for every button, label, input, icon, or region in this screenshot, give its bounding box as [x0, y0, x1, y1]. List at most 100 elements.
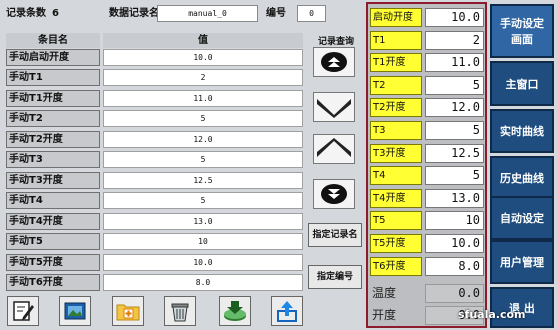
chevron-down-icon [317, 99, 351, 118]
temperature-label: 温度 [372, 286, 397, 300]
param-value-field[interactable]: 10 [425, 211, 484, 230]
previous-record-button[interactable] [313, 134, 355, 164]
param-label: T5开度 [370, 234, 422, 253]
param-label: T1 [370, 31, 422, 50]
param-label: T4 [370, 166, 422, 185]
nav-manual-settings-label: 手动设定画面 [500, 17, 544, 46]
param-value-field[interactable]: 12.5 [425, 144, 484, 163]
new-folder-icon [116, 304, 140, 321]
row-value: 13.0 [103, 213, 303, 230]
param-value-field[interactable]: 13.0 [425, 189, 484, 208]
edit-tool-button[interactable] [7, 296, 39, 326]
table-row[interactable]: 手动T5开度 10.0 [6, 254, 303, 271]
param-label: 启动开度 [370, 8, 422, 27]
row-label: 手动T4开度 [6, 213, 100, 230]
row-label: 手动T3 [6, 151, 100, 168]
edit-document-icon [13, 301, 34, 321]
param-value-field[interactable]: 11.0 [425, 53, 484, 72]
table-row[interactable]: 手动T2开度 12.0 [6, 131, 303, 148]
row-value: 10 [103, 233, 303, 250]
row-label: 手动T2 [6, 110, 100, 127]
picture-icon [64, 302, 86, 320]
table-row[interactable]: 手动T3 5 [6, 151, 303, 168]
table-row[interactable]: 手动T1 2 [6, 69, 303, 86]
table-row[interactable]: 手动T4 5 [6, 192, 303, 209]
table-row[interactable]: 手动T6开度 8.0 [6, 274, 303, 291]
row-value: 2 [103, 69, 303, 86]
row-value: 11.0 [103, 90, 303, 107]
table-row[interactable]: 手动T5 10 [6, 233, 303, 250]
param-label: T4开度 [370, 189, 422, 208]
column-header-name: 条目名 [6, 33, 100, 48]
assign-record-name-button[interactable]: 指定记录名 [308, 223, 362, 247]
assign-number-button[interactable]: 指定编号 [308, 265, 362, 289]
first-record-button[interactable] [313, 47, 355, 77]
nav-manual-settings-button[interactable]: 手动设定画面 [490, 4, 554, 58]
param-value-field[interactable]: 8.0 [425, 257, 484, 276]
record-name-field[interactable]: manual_0 [157, 5, 258, 22]
param-label: T2开度 [370, 98, 422, 117]
parameter-panel [366, 2, 487, 328]
chevron-up-icon [317, 138, 351, 157]
table-row[interactable]: 手动T1开度 11.0 [6, 90, 303, 107]
param-value-field[interactable]: 5 [425, 121, 484, 140]
param-value-field[interactable]: 5 [425, 166, 484, 185]
opening-label: 开度 [372, 308, 397, 322]
table-row[interactable]: 手动T3开度 12.5 [6, 172, 303, 189]
param-label: T6开度 [370, 257, 422, 276]
param-label: T3开度 [370, 144, 422, 163]
row-label: 手动启动开度 [6, 49, 100, 66]
row-value: 5 [103, 192, 303, 209]
record-query-title: 记录查询 [317, 37, 354, 47]
param-value-field[interactable]: 2 [425, 31, 484, 50]
nav-auto-settings-button[interactable]: 自动设定 [490, 196, 554, 240]
delete-tool-button[interactable] [164, 296, 196, 326]
double-up-icon [321, 52, 347, 72]
row-label: 手动T6开度 [6, 274, 100, 291]
export-tool-button[interactable] [271, 296, 303, 326]
param-value-field[interactable]: 12.0 [425, 98, 484, 117]
row-label: 手动T1 [6, 69, 100, 86]
number-label: 编号 [266, 8, 286, 19]
new-folder-tool-button[interactable] [112, 296, 144, 326]
table-row[interactable]: 手动启动开度 10.0 [6, 49, 303, 66]
param-value-field[interactable]: 5 [425, 76, 484, 95]
row-label: 手动T1开度 [6, 90, 100, 107]
nav-main-window-button[interactable]: 主窗口 [490, 61, 554, 106]
table-row[interactable]: 手动T2 5 [6, 110, 303, 127]
row-label: 手动T3开度 [6, 172, 100, 189]
row-value: 12.0 [103, 131, 303, 148]
param-label: T3 [370, 121, 422, 140]
row-value: 8.0 [103, 274, 303, 291]
column-header-value: 值 [103, 33, 303, 48]
download-icon [224, 301, 246, 321]
record-count-value: 6 [52, 8, 59, 19]
row-value: 5 [103, 151, 303, 168]
param-label: T5 [370, 211, 422, 230]
last-record-button[interactable] [313, 179, 355, 209]
row-label: 手动T4 [6, 192, 100, 209]
record-count-label: 记录条数 [6, 8, 46, 19]
record-name-label: 数据记录名 [109, 8, 159, 19]
double-down-icon [321, 184, 347, 204]
next-record-button[interactable] [313, 92, 355, 122]
param-value-field[interactable]: 10.0 [425, 234, 484, 253]
param-value-field[interactable]: 10.0 [425, 8, 484, 27]
import-tool-button[interactable] [219, 296, 251, 326]
temperature-readout: 0.0 [425, 284, 484, 303]
nav-realtime-curve-button[interactable]: 实时曲线 [490, 109, 554, 153]
row-value: 5 [103, 110, 303, 127]
trash-icon [171, 303, 189, 322]
row-label: 手动T5开度 [6, 254, 100, 271]
row-value: 12.5 [103, 172, 303, 189]
nav-history-curve-button[interactable]: 历史曲线 [490, 156, 554, 200]
param-label: T2 [370, 76, 422, 95]
nav-user-management-button[interactable]: 用户管理 [490, 240, 554, 284]
number-field[interactable]: 0 [297, 5, 326, 22]
param-label: T1开度 [370, 53, 422, 72]
row-label: 手动T2开度 [6, 131, 100, 148]
print-tool-button[interactable] [59, 296, 91, 326]
table-row[interactable]: 手动T4开度 13.0 [6, 213, 303, 230]
upload-icon [277, 301, 297, 322]
row-label: 手动T5 [6, 233, 100, 250]
